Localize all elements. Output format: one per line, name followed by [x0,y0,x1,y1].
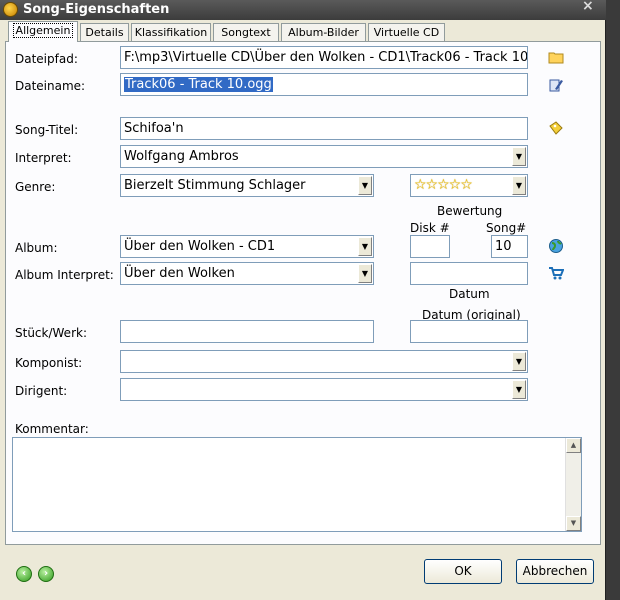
kommentar-textarea[interactable]: ▲ ▼ [12,437,582,532]
genre-label: Genre: [15,180,56,194]
stueck-werk-field[interactable] [120,320,374,343]
song-titel-label: Song-Titel: [15,123,79,137]
chevron-down-icon[interactable]: ▼ [358,237,372,256]
chevron-down-icon[interactable]: ▼ [358,176,372,195]
tab-allgemein[interactable]: Allgemein [8,21,78,42]
song-number-label: Song# [486,221,527,235]
album-value: Über den Wolken - CD1 [124,239,276,254]
tab-album-bilder[interactable]: Album-Bilder [281,23,366,41]
dateipfad-label: Dateipfad: [15,52,78,66]
window-title: Song-Eigenschaften [23,2,170,17]
komponist-label: Komponist: [15,356,83,370]
forward-arrow-icon[interactable]: › [38,566,54,582]
datum-original-field[interactable] [410,320,528,343]
scroll-down-icon[interactable]: ▼ [566,516,581,531]
close-button[interactable]: × [582,0,594,14]
datum-field[interactable] [410,262,528,285]
komponist-select[interactable]: ▼ [120,350,528,373]
interpret-value: Wolfgang Ambros [124,149,239,164]
song-titel-field[interactable]: Schifoa'n [120,117,528,140]
chevron-down-icon[interactable]: ▼ [512,380,526,399]
scrollbar[interactable]: ▲ ▼ [565,438,581,531]
datum-label: Datum [449,287,490,301]
tab-virtuelle-cd[interactable]: Virtuelle CD [368,23,445,41]
dateiname-field[interactable]: Track06 - Track 10.ogg [120,73,528,96]
dirigent-label: Dirigent: [15,384,68,398]
shop-icon[interactable] [548,265,564,281]
background-window [605,0,620,600]
dateiname-selected-text: Track06 - Track 10.ogg [124,77,273,92]
tab-label: Songtext [221,26,271,39]
tab-label: Album-Bilder [288,26,359,39]
disk-number-field[interactable] [410,235,450,258]
album-label: Album: [15,241,58,255]
album-interpret-value: Über den Wolken [124,266,235,281]
stueck-werk-label: Stück/Werk: [15,326,87,340]
ok-button[interactable]: OK [424,559,502,584]
rename-icon[interactable] [548,77,564,93]
kommentar-label: Kommentar: [15,422,89,436]
rating-select[interactable]: ☆☆☆☆☆ ▼ [410,174,528,197]
tab-songtext[interactable]: Songtext [213,23,279,41]
tab-label: Allgemein [12,23,74,38]
album-interpret-select[interactable]: Über den Wolken ▼ [120,262,374,285]
dirigent-select[interactable]: ▼ [120,378,528,401]
back-arrow-icon[interactable]: ‹ [16,566,32,582]
interpret-select[interactable]: Wolfgang Ambros ▼ [120,145,528,168]
abbrechen-button[interactable]: Abbrechen [516,559,594,584]
title-bar[interactable]: Song-Eigenschaften × [0,0,606,20]
tab-klassifikation[interactable]: Klassifikation [131,23,211,41]
disk-label: Disk # [410,221,450,235]
tab-label: Details [85,26,124,39]
dateiname-label: Dateiname: [15,79,86,93]
folder-icon[interactable] [548,49,564,65]
chevron-down-icon[interactable]: ▼ [358,264,372,283]
chevron-down-icon[interactable]: ▼ [512,176,526,195]
album-select[interactable]: Über den Wolken - CD1 ▼ [120,235,374,258]
tab-details[interactable]: Details [80,23,129,41]
bewertung-label: Bewertung [437,204,503,218]
tag-icon[interactable] [548,120,564,136]
interpret-label: Interpret: [15,151,72,165]
scroll-up-icon[interactable]: ▲ [566,438,581,453]
genre-value: Bierzelt Stimmung Schlager [124,178,306,193]
rating-stars: ☆☆☆☆☆ [414,177,473,193]
song-number-field[interactable]: 10 [491,235,528,258]
tab-label: Klassifikation [134,26,208,39]
song-properties-dialog: Song-Eigenschaften × Allgemein Details K… [0,0,606,600]
chevron-down-icon[interactable]: ▼ [512,147,526,166]
album-interpret-label: Album Interpret: [15,268,114,282]
web-icon[interactable] [548,238,564,254]
app-icon [3,2,18,17]
chevron-down-icon[interactable]: ▼ [512,352,526,371]
dateipfad-field[interactable]: F:\mp3\Virtuelle CD\Über den Wolken - CD… [120,46,528,69]
tab-label: Virtuelle CD [373,26,440,39]
genre-select[interactable]: Bierzelt Stimmung Schlager ▼ [120,174,374,197]
